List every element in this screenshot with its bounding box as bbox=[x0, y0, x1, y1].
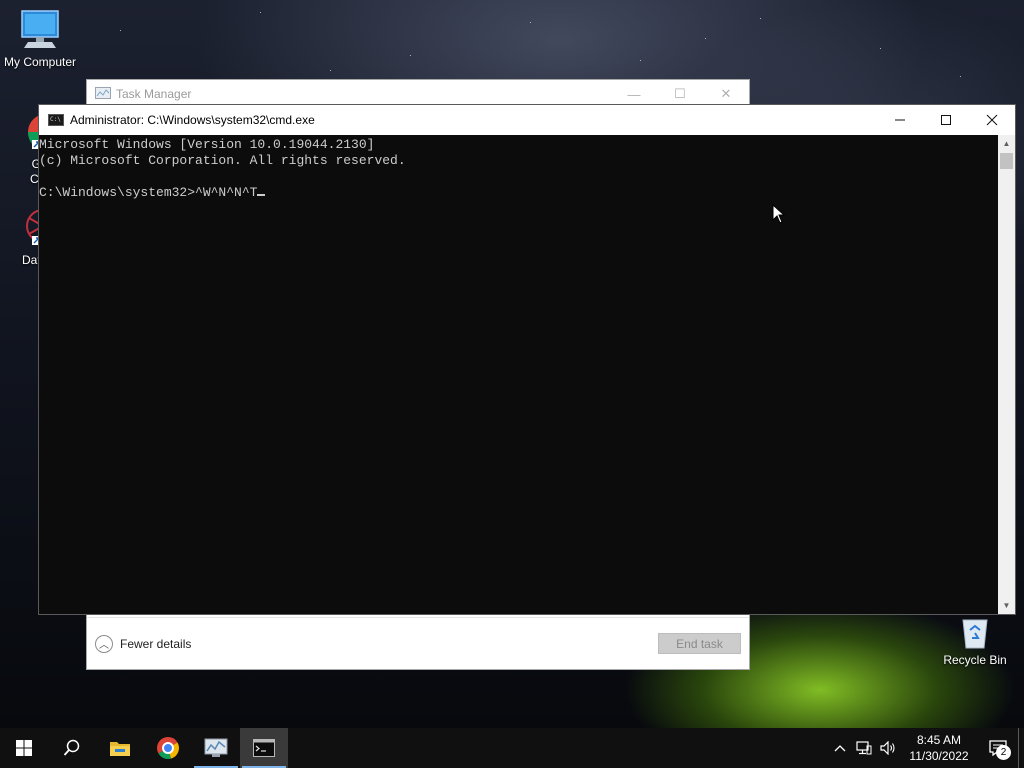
speaker-icon bbox=[880, 741, 895, 755]
show-hidden-icons-button[interactable] bbox=[828, 728, 852, 768]
close-button[interactable] bbox=[969, 105, 1015, 135]
cmd-window[interactable]: C:\ Administrator: C:\Windows\system32\c… bbox=[38, 104, 1016, 615]
action-center-button[interactable]: 2 bbox=[978, 728, 1018, 768]
taskbar: 8:45 AM 11/30/2022 2 bbox=[0, 728, 1024, 768]
task-manager-title: Task Manager bbox=[116, 87, 192, 101]
desktop-icon-label: Recycle Bin bbox=[943, 653, 1007, 667]
taskbar-task-manager[interactable] bbox=[192, 728, 240, 768]
chrome-icon bbox=[157, 737, 179, 760]
search-icon bbox=[63, 739, 80, 756]
recycle-bin-icon bbox=[962, 619, 988, 649]
cmd-icon bbox=[253, 739, 275, 757]
volume-button[interactable] bbox=[876, 728, 900, 768]
desktop-icon-my-computer[interactable]: My Computer bbox=[0, 8, 80, 69]
minimize-button[interactable] bbox=[877, 105, 923, 135]
task-manager-footer: ︿ Fewer details End task bbox=[87, 617, 749, 669]
taskbar-file-explorer[interactable] bbox=[96, 728, 144, 768]
file-explorer-icon bbox=[110, 742, 130, 756]
console-output[interactable]: Microsoft Windows [Version 10.0.19044.21… bbox=[39, 135, 999, 614]
desktop-icon-label: My Computer bbox=[3, 55, 77, 69]
console-prompt-line: C:\Windows\system32>^W^N^N^T bbox=[39, 185, 999, 201]
scrollbar-thumb[interactable] bbox=[1000, 153, 1013, 169]
clock[interactable]: 8:45 AM 11/30/2022 bbox=[900, 732, 978, 764]
fewer-details-label: Fewer details bbox=[120, 636, 192, 651]
network-button[interactable] bbox=[852, 728, 876, 768]
vertical-scrollbar[interactable]: ▲ ▼ bbox=[998, 135, 1015, 614]
mouse-pointer-icon bbox=[772, 204, 786, 224]
taskbar-cmd[interactable] bbox=[240, 728, 288, 768]
text-cursor bbox=[257, 194, 266, 196]
clock-time: 8:45 AM bbox=[916, 733, 962, 747]
system-tray: 8:45 AM 11/30/2022 2 bbox=[828, 728, 1024, 768]
task-manager-icon bbox=[204, 738, 228, 757]
console-line: (c) Microsoft Corporation. All rights re… bbox=[39, 153, 406, 168]
computer-icon bbox=[21, 10, 59, 48]
scroll-down-button[interactable]: ▼ bbox=[998, 597, 1015, 614]
network-icon bbox=[856, 741, 872, 755]
end-task-button[interactable]: End task bbox=[658, 633, 741, 654]
desktop-icon-recycle-bin[interactable]: Recycle Bin bbox=[935, 614, 1015, 667]
cmd-icon: C:\ bbox=[48, 114, 64, 126]
clock-date: 11/30/2022 bbox=[909, 749, 969, 763]
show-desktop-button[interactable] bbox=[1018, 728, 1024, 768]
console-line: Microsoft Windows [Version 10.0.19044.21… bbox=[39, 137, 375, 152]
taskbar-chrome[interactable] bbox=[144, 728, 192, 768]
chevron-up-icon: ︿ bbox=[95, 634, 113, 653]
maximize-button[interactable] bbox=[923, 105, 969, 135]
start-icon bbox=[16, 740, 32, 756]
notification-count-badge: 2 bbox=[996, 745, 1011, 760]
chevron-up-icon bbox=[834, 745, 846, 752]
start-button[interactable] bbox=[0, 728, 48, 768]
console-line: C:\Windows\system32>^W^N^N^T bbox=[39, 185, 258, 200]
search-button[interactable] bbox=[48, 728, 96, 768]
task-manager-icon bbox=[95, 87, 111, 101]
cmd-title: Administrator: C:\Windows\system32\cmd.e… bbox=[70, 113, 315, 127]
fewer-details-button[interactable]: ︿ Fewer details bbox=[95, 634, 192, 653]
cmd-titlebar[interactable]: C:\ Administrator: C:\Windows\system32\c… bbox=[39, 105, 1015, 135]
scroll-up-button[interactable]: ▲ bbox=[998, 135, 1015, 152]
